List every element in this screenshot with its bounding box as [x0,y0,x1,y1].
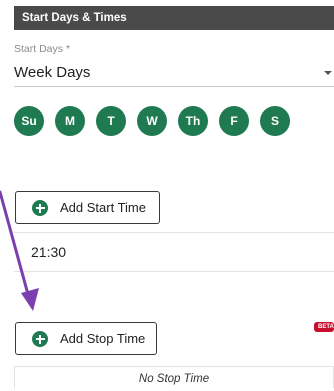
caret-down-icon [324,71,332,75]
add-stop-time-label: Add Stop Time [60,331,146,346]
add-stop-time-button[interactable]: Add Stop Time [15,322,157,355]
section-header: Start Days & Times [14,6,334,30]
day-toggle-wednesday[interactable]: W [137,106,167,136]
no-stop-time-row: No Stop Time [14,366,334,388]
beta-badge: BETA [314,322,334,332]
annotation-arrow [0,190,39,311]
plus-circle-icon [32,331,48,347]
add-start-time-label: Add Start Time [60,200,146,215]
day-toggle-saturday[interactable]: S [260,106,290,136]
no-stop-time-text: No Stop Time [138,373,210,385]
start-days-select[interactable]: Week Days [14,57,334,87]
start-time-row[interactable]: 21:30 [14,232,334,272]
day-toggle-thursday[interactable]: Th [178,106,208,136]
day-toggle-tuesday[interactable]: T [96,106,126,136]
day-toggle-friday[interactable]: F [219,106,249,136]
